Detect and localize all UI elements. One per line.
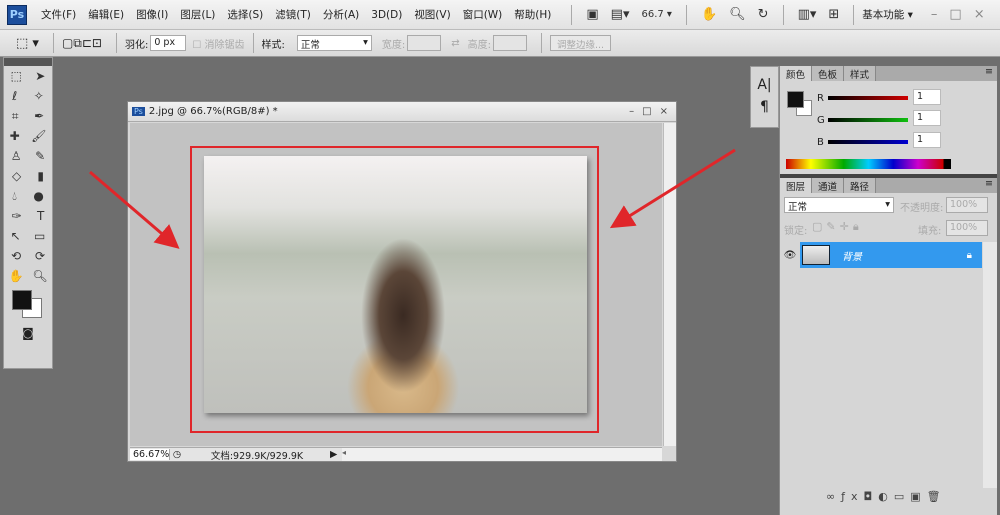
channel-g-input[interactable]: 1 xyxy=(913,110,941,126)
blend-mode-value: 正常 xyxy=(788,202,808,213)
opacity-input[interactable]: 100% xyxy=(946,197,988,213)
tab-layers[interactable]: 图层 xyxy=(780,178,813,193)
channel-g-label: G xyxy=(817,115,825,126)
channel-r-input[interactable]: 1 xyxy=(913,89,941,105)
layers-panel-tabs: 图层 通道 路径 ≡ xyxy=(780,178,997,193)
tab-swatches[interactable]: 色板 xyxy=(812,66,845,81)
lock-label: 锁定: xyxy=(784,226,808,237)
layer-name: 背景 xyxy=(842,251,862,263)
layer-action-icons[interactable]: ∞ƒx◘◐▭▣🗑︎ xyxy=(826,490,947,503)
arrow-right xyxy=(609,148,736,229)
color-panel-tabs: 颜色 色板 样式 ≡ xyxy=(780,66,997,81)
lock-icons[interactable]: ▢✎✛🔒︎ xyxy=(812,220,863,234)
layer-row[interactable]: 背景 🔒︎ xyxy=(800,242,982,268)
arrow-left xyxy=(89,170,180,249)
panel-menu-icon[interactable]: ≡ xyxy=(985,178,997,193)
lock-icon: 🔒︎ xyxy=(966,249,972,261)
color-panel: 颜色 色板 样式 ≡ R 1 G 1 B 1 xyxy=(780,66,997,174)
tab-paths[interactable]: 路径 xyxy=(844,178,877,193)
panel-menu-icon[interactable]: ≡ xyxy=(985,66,997,81)
tab-styles[interactable]: 样式 xyxy=(844,66,877,81)
paragraph-panel-icon[interactable]: ¶ xyxy=(751,99,778,115)
layers-scrollbar[interactable] xyxy=(983,242,997,488)
color-spectrum-bar[interactable] xyxy=(786,159,951,169)
channel-r-slider[interactable] xyxy=(828,96,908,100)
panel-dock: 颜色 色板 样式 ≡ R 1 G 1 B 1 图层 通道 路径 ≡ 正常 ▾ 不透… xyxy=(779,66,997,515)
opacity-label: 不透明度: xyxy=(900,203,944,214)
channel-r-label: R xyxy=(817,93,824,104)
fill-input[interactable]: 100% xyxy=(946,220,988,236)
layers-panel: 图层 通道 路径 ≡ 正常 ▾ 不透明度: 100% 锁定: ▢✎✛🔒︎ 填充: … xyxy=(780,178,997,508)
layer-thumbnail xyxy=(802,245,830,265)
fill-label: 填充: xyxy=(918,226,942,237)
channel-b-slider[interactable] xyxy=(828,140,908,144)
collapsed-panel-dock: A| ¶ xyxy=(750,66,779,128)
blend-mode-select[interactable]: 正常 ▾ xyxy=(784,197,894,213)
tab-color[interactable]: 颜色 xyxy=(780,66,813,81)
tab-channels[interactable]: 通道 xyxy=(812,178,845,193)
foreground-color-swatch[interactable] xyxy=(787,91,804,108)
channel-b-input[interactable]: 1 xyxy=(913,132,941,148)
character-panel-icon[interactable]: A| xyxy=(751,77,778,93)
channel-g-slider[interactable] xyxy=(828,118,908,122)
channel-b-label: B xyxy=(817,137,824,148)
visibility-eye-icon[interactable]: 👁︎ xyxy=(780,242,800,268)
